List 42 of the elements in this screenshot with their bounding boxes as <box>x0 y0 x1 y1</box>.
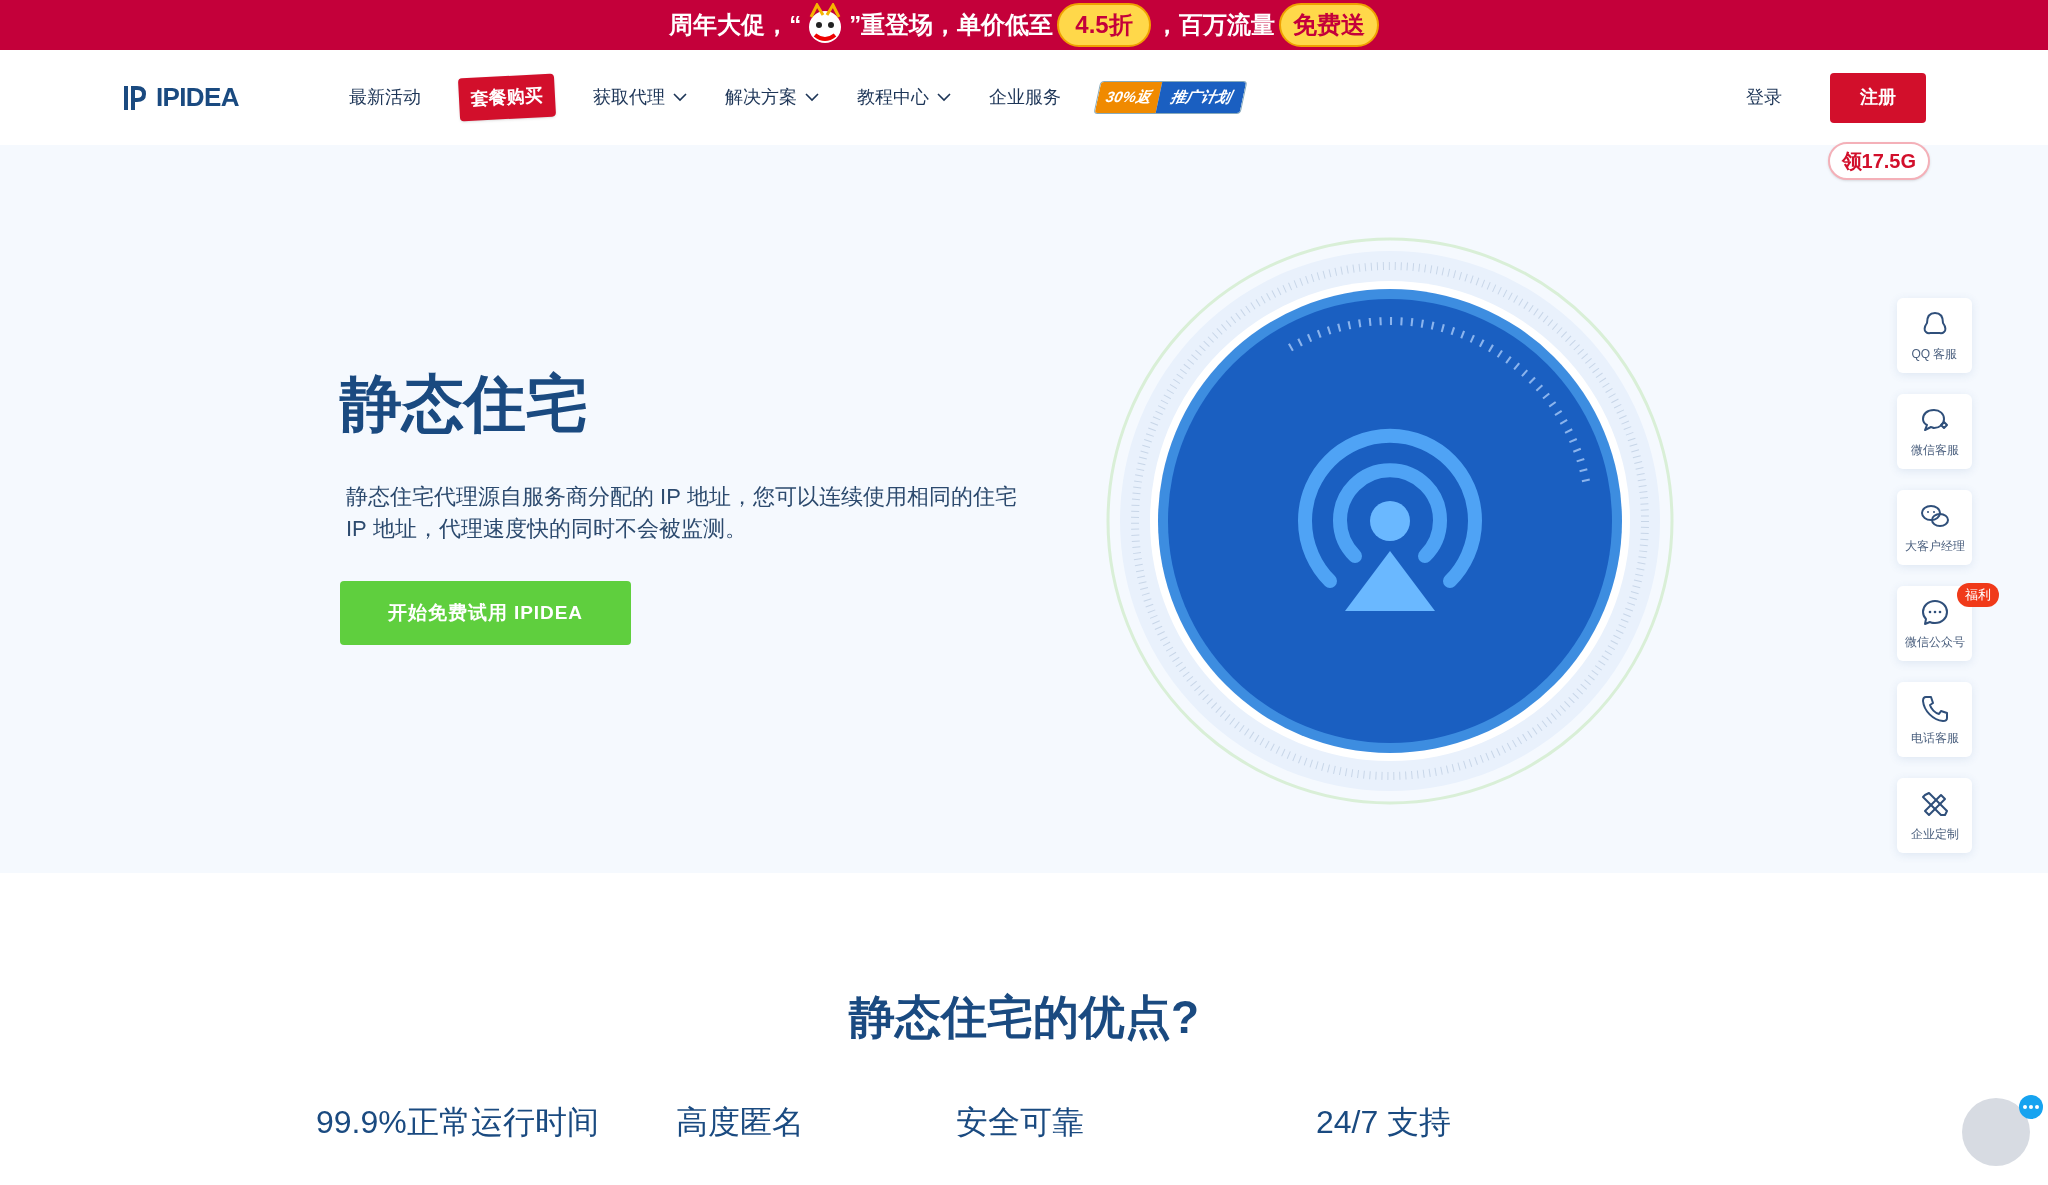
welfare-badge: 福利 <box>1957 583 1999 607</box>
feature-title: 99.9%正常运行时间 <box>316 1103 600 1142</box>
discount-badge: 4.5折 <box>1057 3 1151 47</box>
sidebar-service-button[interactable]: 电话客服 <box>1897 682 1972 757</box>
free-badge: 免费送 <box>1278 3 1379 47</box>
nav-dropdown[interactable]: 解决方案 <box>724 84 797 111</box>
sidebar-label: QQ 客服 <box>1911 345 1958 363</box>
hero-title: 静态住宅 <box>340 373 589 435</box>
section-title: 静态住宅的优点? <box>847 990 1201 1045</box>
chevron-down-icon <box>804 93 819 102</box>
package-purchase-badge[interactable]: 套餐购买 <box>457 73 556 122</box>
banner-text: ”重登场，单价低至 <box>849 10 1054 40</box>
sidebar-label: 企业定制 <box>1910 825 1959 843</box>
feature-title: 安全可靠 <box>956 1103 1085 1142</box>
logo-text[interactable]: IPIDEA <box>156 78 239 117</box>
sidebar-service-button[interactable]: 企业定制 <box>1897 778 1972 853</box>
banner-text: ，百万流量 <box>1154 10 1275 40</box>
sidebar-label: 微信公众号 <box>1904 633 1965 651</box>
sidebar-label: 微信客服 <box>1910 441 1959 459</box>
gift-badge[interactable]: 领17.5G <box>1827 142 1930 180</box>
chevron-down-icon <box>672 93 687 102</box>
chevron-down-icon <box>936 93 951 102</box>
promo-banner[interactable]: 周年大促，“ ”重登场，单价低至 4.5折 ，百万流量 免费送 <box>0 0 2048 50</box>
login-link[interactable]: 登录 <box>1746 84 1782 111</box>
sidebar-label: 大客户经理 <box>1904 537 1965 555</box>
referral-promo-badge[interactable]: 30%返 推广计划 <box>1093 81 1248 114</box>
feature-title: 24/7 支持 <box>1316 1103 1453 1142</box>
nav-link[interactable]: 企业服务 <box>988 84 1061 111</box>
nav-dropdown[interactable]: 教程中心 <box>856 84 929 111</box>
sidebar-service-button[interactable]: QQ 客服 <box>1897 298 1972 373</box>
logo-icon[interactable] <box>122 83 148 112</box>
register-button[interactable]: 注册 <box>1830 72 1926 123</box>
hero-description: 静态住宅代理源自服务商分配的 IP 地址，您可以连续使用相同的住宅 IP 地址，代理速度快的同时不会被监测。 <box>346 483 1018 543</box>
feature-title: 高度匿名 <box>676 1103 805 1142</box>
promo-label: 推广计划 <box>1155 82 1247 113</box>
banner-text: 周年大促，“ <box>669 10 802 40</box>
chat-bubble-icon[interactable] <box>2016 1094 2046 1120</box>
sidebar-label: 电话客服 <box>1910 729 1959 747</box>
nav-link[interactable]: 最新活动 <box>348 84 421 111</box>
nav-dropdown[interactable]: 获取代理 <box>592 84 665 111</box>
sidebar-service-button[interactable]: 微信客服 <box>1897 394 1972 469</box>
sidebar-service-button[interactable]: 大客户经理 <box>1897 490 1972 565</box>
